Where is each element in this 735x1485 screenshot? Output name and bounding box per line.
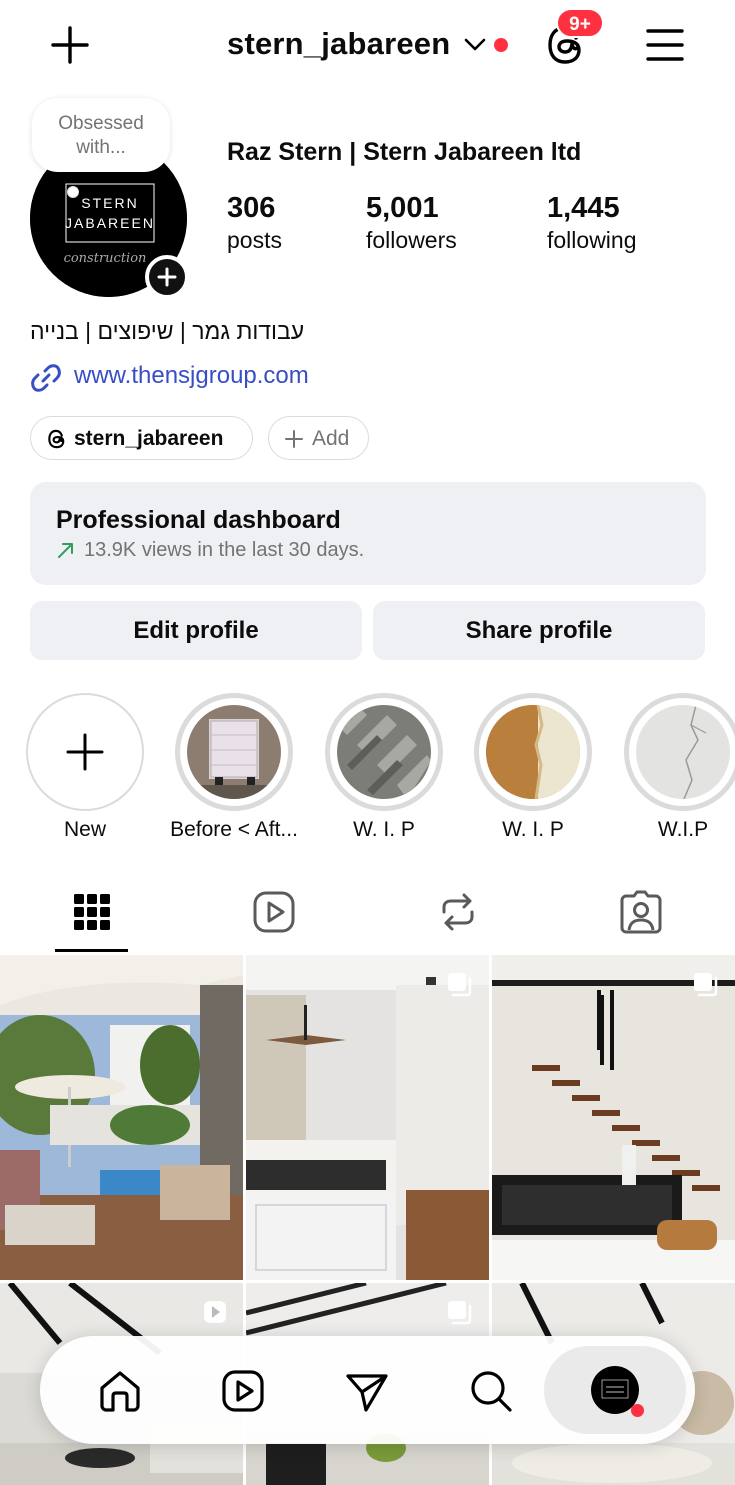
home-icon[interactable] xyxy=(97,1368,143,1414)
website-link-text[interactable]: www.thensjgroup.com xyxy=(74,362,309,390)
highlight-label: W.I.P xyxy=(657,818,709,841)
highlight-thumbnail xyxy=(337,705,431,799)
highlight-wip-1[interactable] xyxy=(325,693,443,811)
avatar-logo-text-2: JABAREEN xyxy=(65,215,155,231)
highlight-label: Before < Aft... xyxy=(170,818,298,841)
following-count: 1,445 xyxy=(547,192,620,224)
reels-icon[interactable] xyxy=(220,1368,266,1414)
highlight-thumbnail xyxy=(486,705,580,799)
send-icon[interactable] xyxy=(344,1368,390,1414)
stat-posts[interactable]: 306 posts xyxy=(227,192,282,254)
following-label: following xyxy=(547,227,637,253)
tab-tagged[interactable] xyxy=(619,890,669,940)
highlight-wip-3[interactable] xyxy=(624,693,735,811)
threads-pill-label: stern_jabareen xyxy=(74,427,224,450)
dashboard-subtitle: 13.9K views in the last 30 days. xyxy=(84,539,365,561)
highlight-before-after[interactable] xyxy=(175,693,293,811)
plus-icon xyxy=(284,429,304,449)
carousel-icon xyxy=(446,1299,472,1325)
highlight-wip-2[interactable] xyxy=(474,693,592,811)
nav-profile-tab[interactable] xyxy=(544,1346,686,1434)
stat-followers[interactable]: 5,001 followers xyxy=(366,192,457,254)
carousel-icon xyxy=(692,971,718,997)
edit-profile-button[interactable]: Edit profile xyxy=(30,601,362,660)
post-thumbnail[interactable] xyxy=(246,955,489,1280)
posts-count: 306 xyxy=(227,192,276,224)
note-bubble[interactable]: Obsessed with... xyxy=(32,98,170,172)
share-profile-button[interactable]: Share profile xyxy=(373,601,705,660)
tab-reposts[interactable] xyxy=(436,890,486,940)
unread-dot xyxy=(494,38,508,52)
posts-label: posts xyxy=(227,227,282,253)
post-thumbnail[interactable] xyxy=(0,955,243,1280)
chevron-down-icon[interactable] xyxy=(464,37,486,53)
add-story-button[interactable] xyxy=(145,255,189,299)
highlight-label: New xyxy=(63,818,106,841)
tagged-icon xyxy=(620,890,662,934)
bio-text: עבודות גמר | שיפוצים | בנייה xyxy=(30,318,305,344)
active-tab-indicator xyxy=(55,949,128,952)
dashboard-title: Professional dashboard xyxy=(56,506,341,534)
highlight-new[interactable] xyxy=(26,693,144,811)
threads-profile-pill[interactable]: stern_jabareen xyxy=(30,416,253,460)
plus-icon xyxy=(157,267,177,287)
plus-icon xyxy=(66,733,104,771)
post-thumbnail[interactable] xyxy=(492,955,735,1280)
tab-grid[interactable] xyxy=(70,890,120,940)
add-link-pill[interactable]: Add xyxy=(268,416,369,460)
grid-icon xyxy=(74,894,110,930)
highlight-thumbnail xyxy=(187,705,281,799)
highlight-label: W. I. P xyxy=(502,818,564,841)
note-tail-dot xyxy=(67,186,79,198)
menu-icon[interactable] xyxy=(645,27,685,63)
highlight-label: W. I. P xyxy=(353,818,415,841)
reels-icon xyxy=(253,891,295,933)
display-name: Raz Stern | Stern Jabareen ltd xyxy=(227,138,582,166)
stat-following[interactable]: 1,445 following xyxy=(547,192,637,254)
trend-up-icon xyxy=(56,540,76,560)
tab-reels[interactable] xyxy=(252,890,302,940)
note-line-1: Obsessed xyxy=(58,113,144,134)
reposts-icon xyxy=(442,893,474,931)
note-line-2: with... xyxy=(76,137,126,158)
followers-label: followers xyxy=(366,227,457,253)
reel-icon xyxy=(202,1299,228,1325)
professional-dashboard[interactable]: Professional dashboard 13.9K views in th… xyxy=(30,482,706,585)
search-icon[interactable] xyxy=(468,1368,514,1414)
avatar-logo-text-1: STERN xyxy=(81,195,138,211)
plus-icon[interactable] xyxy=(50,25,90,65)
bottom-nav-bar xyxy=(40,1336,695,1444)
top-bar: stern_jabareen 9+ xyxy=(0,0,735,90)
username-title[interactable]: stern_jabareen xyxy=(227,26,450,62)
profile-notification-dot xyxy=(631,1404,644,1417)
followers-count: 5,001 xyxy=(366,192,439,224)
threads-icon xyxy=(46,428,68,450)
notification-badge: 9+ xyxy=(556,8,604,38)
highlight-thumbnail xyxy=(636,705,730,799)
add-pill-label: Add xyxy=(312,427,350,450)
carousel-icon xyxy=(446,971,472,997)
link-icon xyxy=(30,362,62,394)
avatar-logo-script: construction xyxy=(64,251,147,266)
